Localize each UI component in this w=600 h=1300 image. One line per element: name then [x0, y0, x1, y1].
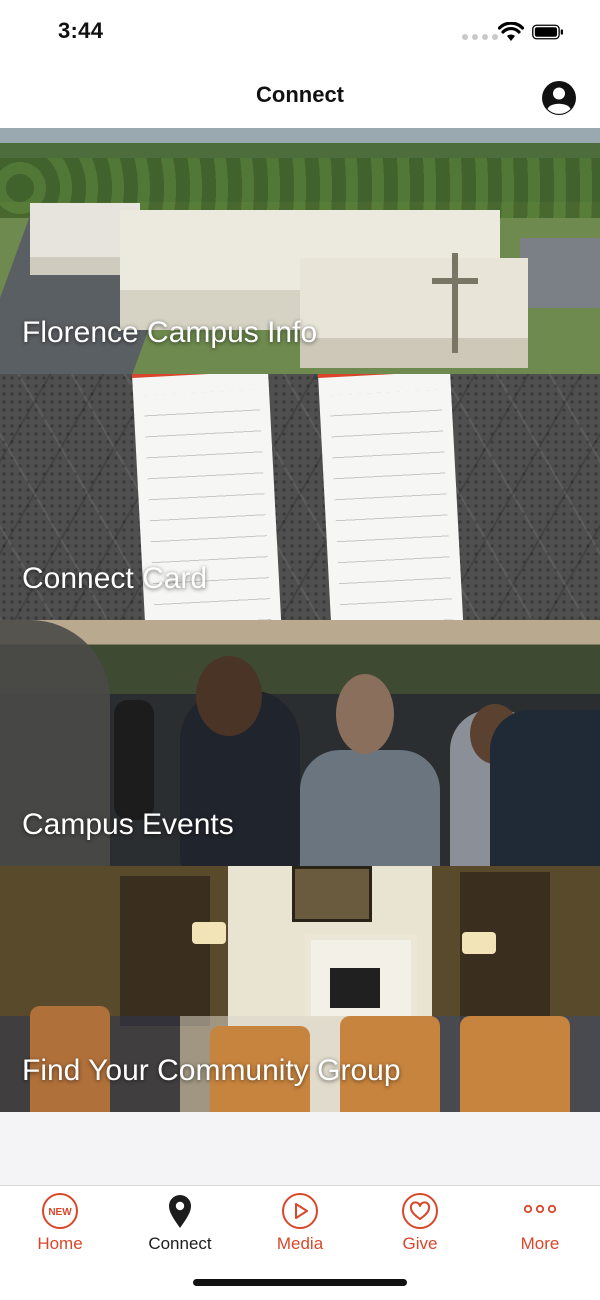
- play-circle-icon: [282, 1193, 318, 1229]
- page-title: Connect: [256, 82, 344, 107]
- status-time: 3:44: [58, 18, 104, 43]
- status-bar: 3:44: [0, 0, 600, 66]
- tab-label: Home: [37, 1234, 83, 1253]
- tile-connect-card[interactable]: Connect Card: [0, 374, 600, 620]
- more-dots-icon: [523, 1204, 557, 1214]
- tab-more[interactable]: More: [480, 1186, 600, 1266]
- signal-dots-icon: [462, 34, 498, 40]
- person-circle-icon[interactable]: [541, 80, 577, 116]
- content-spacer: [0, 1112, 600, 1185]
- tab-label: Media: [276, 1234, 324, 1253]
- nav-bar: Connect: [0, 66, 600, 128]
- tile-find-community-group[interactable]: Find Your Community Group: [0, 866, 600, 1112]
- battery-icon: [532, 24, 563, 40]
- heart-circle-icon: [402, 1193, 438, 1229]
- tab-label: Give: [402, 1234, 438, 1253]
- tile-label: Connect Card: [22, 562, 208, 595]
- tile-label: Florence Campus Info: [22, 316, 318, 349]
- wifi-icon: [498, 22, 524, 41]
- tile-label: Campus Events: [22, 808, 234, 841]
- tab-give[interactable]: Give: [360, 1186, 480, 1266]
- tile-florence-campus-info[interactable]: Florence Campus Info: [0, 128, 600, 374]
- tab-label: More: [520, 1234, 560, 1253]
- home-indicator: [193, 1279, 407, 1286]
- new-badge-icon: NEW: [42, 1193, 78, 1229]
- tab-connect[interactable]: Connect: [120, 1186, 240, 1266]
- tab-media[interactable]: Media: [240, 1186, 360, 1266]
- tile-campus-events[interactable]: Campus Events: [0, 620, 600, 866]
- location-pin-icon: [169, 1195, 191, 1228]
- tab-home[interactable]: NEW Home: [0, 1186, 120, 1266]
- svg-text:NEW: NEW: [48, 1207, 72, 1218]
- tile-label: Find Your Community Group: [22, 1054, 401, 1087]
- tab-label: Connect: [148, 1234, 212, 1253]
